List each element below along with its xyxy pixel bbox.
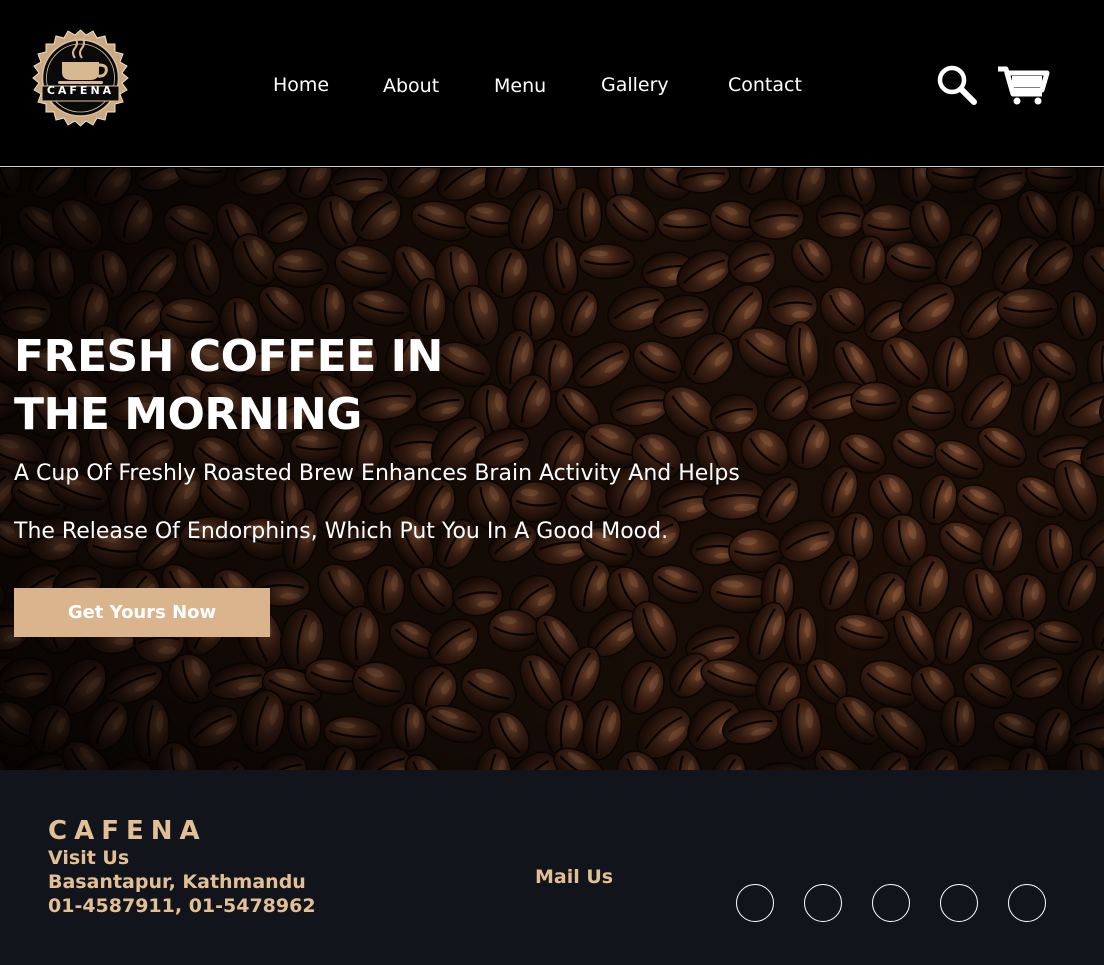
footer-brand: CAFENA	[48, 816, 207, 846]
social-icon[interactable]	[872, 884, 910, 922]
hero-subtitle-line-1: A Cup Of Freshly Roasted Brew Enhances B…	[14, 461, 740, 486]
footer-address: Basantapur, Kathmandu	[48, 871, 306, 893]
social-icon[interactable]	[736, 884, 774, 922]
social-icon[interactable]	[804, 884, 842, 922]
mail-us-link[interactable]: Mail Us	[535, 866, 613, 888]
footer-phones: 01-4587911, 01-5478962	[48, 895, 316, 917]
site-header: CAFENA Home About Menu Gallery Contact	[0, 0, 1104, 167]
hero-subtitle-line-2: The Release Of Endorphins, Which Put You…	[14, 519, 669, 544]
social-icon[interactable]	[940, 884, 978, 922]
search-button[interactable]	[936, 64, 978, 106]
hero-title-line-2: THE MORNING	[14, 389, 362, 440]
hero-title: FRESH COFFEE IN THE MORNING	[14, 328, 534, 444]
cart-button[interactable]	[996, 64, 1050, 106]
nav-home[interactable]: Home	[273, 74, 329, 96]
nav-contact[interactable]: Contact	[728, 74, 802, 96]
cafena-logo[interactable]: CAFENA	[18, 28, 143, 128]
site-footer: CAFENA Visit Us Basantapur, Kathmandu 01…	[0, 770, 1104, 965]
visit-us-label: Visit Us	[48, 847, 130, 869]
get-yours-now-button[interactable]: Get Yours Now	[14, 588, 270, 637]
coffee-cup-steam-icon	[32, 29, 129, 127]
logo-wordmark: CAFENA	[46, 84, 115, 97]
hero-section: FRESH COFFEE IN THE MORNING A Cup Of Fre…	[0, 168, 1104, 770]
nav-gallery[interactable]: Gallery	[601, 74, 669, 96]
hero-title-line-1: FRESH COFFEE IN	[14, 331, 443, 382]
nav-menu[interactable]: Menu	[494, 75, 546, 97]
social-icon[interactable]	[1008, 884, 1046, 922]
nav-about[interactable]: About	[383, 75, 439, 97]
search-icon	[937, 65, 977, 105]
cart-icon	[998, 66, 1050, 105]
